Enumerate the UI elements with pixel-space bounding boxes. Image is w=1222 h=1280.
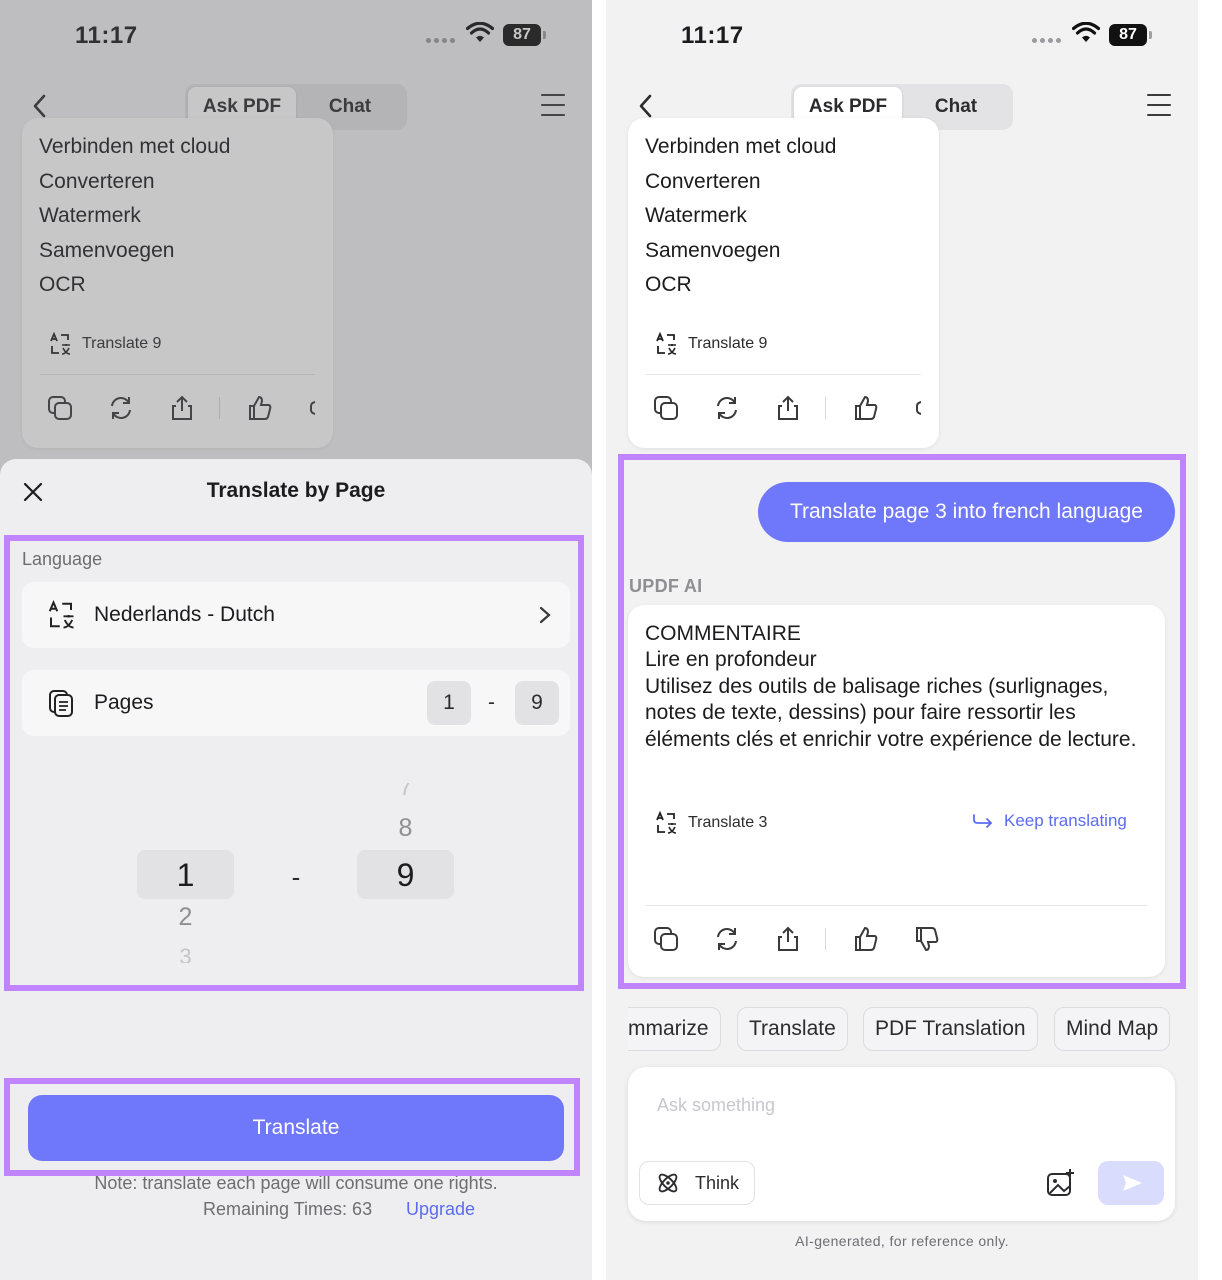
previous-answer-card: Verbinden met cloud Converteren Watermer… <box>628 118 939 448</box>
status-bar: 11:17 87 <box>606 0 1198 72</box>
left-phone-screen: 11:17 87 Ask PDF Chat Verbinden met clou… <box>0 0 592 1280</box>
card-divider <box>646 374 921 375</box>
answer-actions <box>652 394 927 422</box>
highlight-frame-conversation <box>618 454 1186 989</box>
right-margin <box>1198 0 1222 1280</box>
ai-disclaimer: AI-generated, for reference only. <box>795 1233 1009 1249</box>
share-icon[interactable] <box>774 394 802 422</box>
chip-mind-map[interactable]: Mind Map <box>1054 1007 1171 1051</box>
think-label: Think <box>695 1172 740 1193</box>
wifi-icon <box>1072 22 1100 42</box>
translate-link[interactable]: Translate 9 <box>654 332 767 356</box>
send-button[interactable] <box>1098 1161 1164 1205</box>
answer-line: Converteren <box>645 169 761 193</box>
think-button[interactable]: Think <box>639 1161 755 1205</box>
remaining-times: Remaining Times: 63 <box>203 1199 373 1219</box>
thumbs-down-icon[interactable] <box>913 394 927 422</box>
answer-line: Samenvoegen <box>645 238 781 262</box>
chip-summarize[interactable]: mmarize <box>628 1007 721 1051</box>
menu-icon[interactable] <box>1147 94 1171 118</box>
action-separator <box>825 397 826 419</box>
back-icon[interactable] <box>634 92 658 120</box>
sheet-title: Translate by Page <box>206 479 386 502</box>
thumbs-up-icon[interactable] <box>852 394 880 422</box>
battery-indicator: 87 <box>1109 24 1147 46</box>
translate-icon <box>656 332 677 355</box>
highlight-frame-translate <box>4 1078 580 1176</box>
cellular-signal-icon <box>1032 38 1061 43</box>
answer-line: Watermerk <box>645 204 747 227</box>
right-phone-screen: 11:17 87 Ask PDF Chat Verbinden met clou… <box>606 0 1198 1280</box>
message-composer: Ask something Think <box>628 1067 1175 1221</box>
answer-line: Verbinden met cloud <box>645 135 837 158</box>
ask-input[interactable]: Ask something <box>657 1095 775 1116</box>
highlight-frame-settings <box>4 535 584 991</box>
status-time: 11:17 <box>681 22 744 49</box>
battery-cap <box>1149 31 1152 39</box>
upgrade-link[interactable]: Upgrade <box>406 1199 475 1220</box>
rights-note: Note: translate each page will consume o… <box>94 1173 498 1193</box>
regenerate-icon[interactable] <box>713 394 741 422</box>
suggestion-chips: mmarize Translate PDF Translation Mind M… <box>628 1007 1198 1051</box>
think-icon <box>658 1173 678 1193</box>
answer-lines: Verbinden met cloud Converteren Watermer… <box>645 130 836 303</box>
translate-label: Translate 9 <box>688 335 768 352</box>
chip-pdf-translation[interactable]: PDF Translation <box>863 1007 1038 1051</box>
answer-line: OCR <box>645 273 692 296</box>
copy-icon[interactable] <box>652 394 680 422</box>
chip-translate[interactable]: Translate <box>737 1007 848 1051</box>
image-add-icon[interactable] <box>1044 1167 1076 1199</box>
send-icon <box>1123 1175 1142 1191</box>
